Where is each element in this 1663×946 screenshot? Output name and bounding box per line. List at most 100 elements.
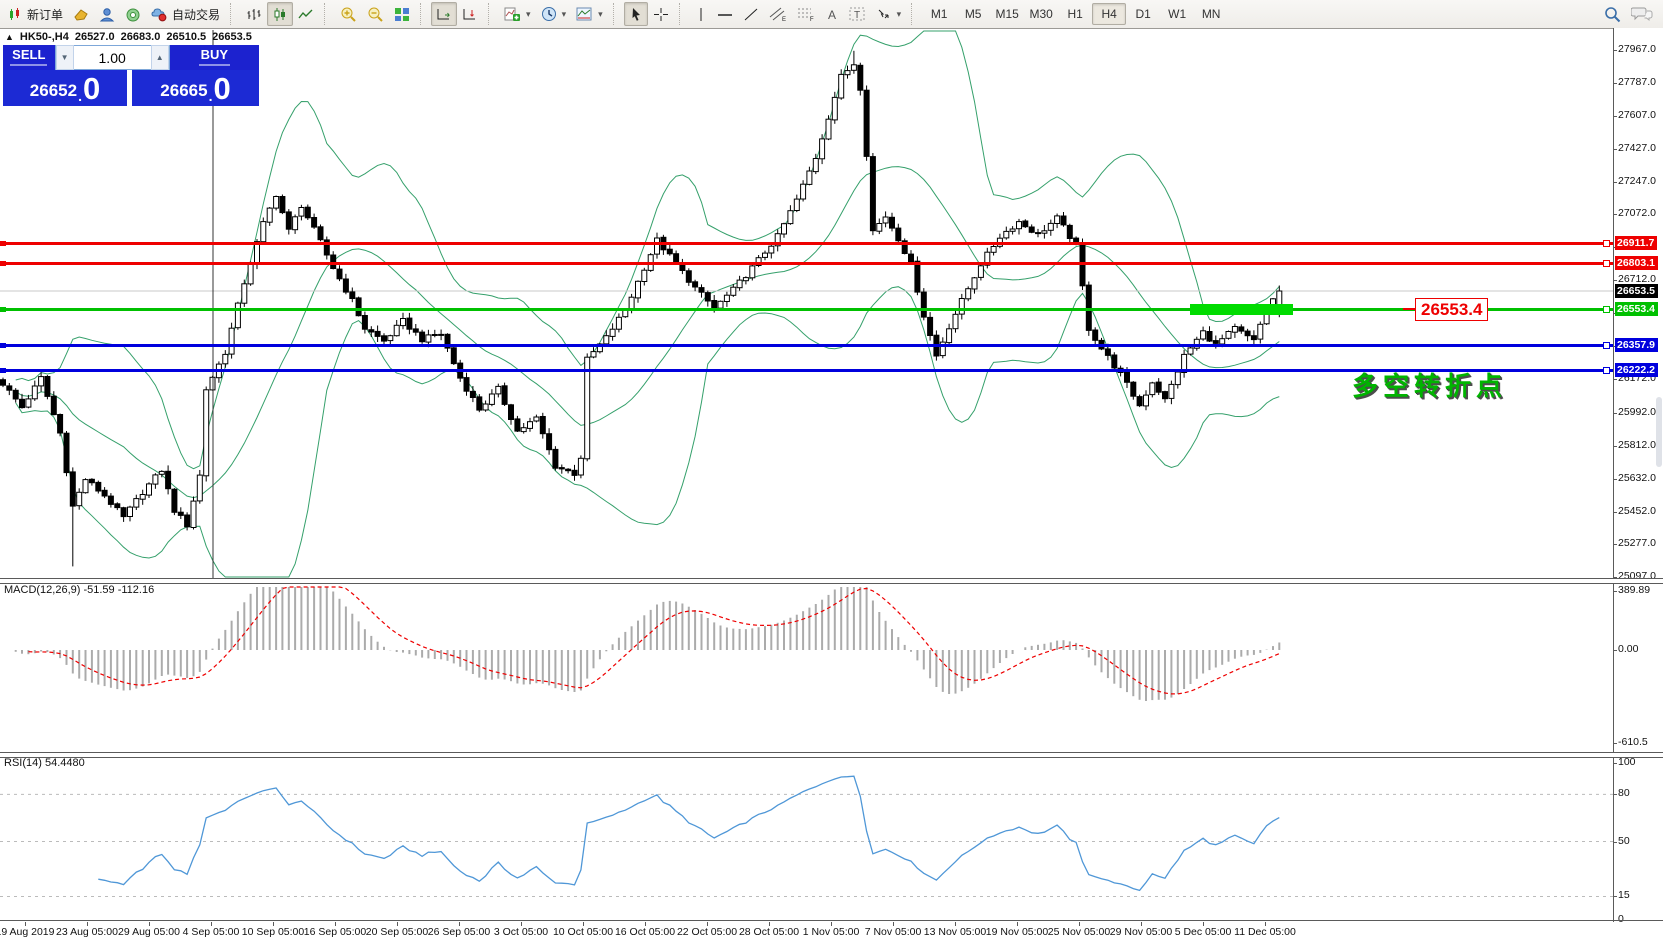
time-tick — [583, 922, 584, 926]
time-tick — [25, 922, 26, 926]
chart-canvas[interactable] — [0, 28, 1613, 921]
cursor-icon — [629, 7, 643, 22]
time-tick — [893, 922, 894, 926]
buy-price-display[interactable]: 26665.0 — [132, 70, 259, 106]
time-tick — [521, 922, 522, 926]
buy-button[interactable]: BUY — [170, 45, 259, 70]
chart-annotation-text[interactable]: 多空转折点 — [1352, 366, 1507, 403]
timeframe-h1[interactable]: H1 — [1058, 3, 1092, 25]
time-tick — [149, 922, 150, 926]
timeframe-h4[interactable]: H4 — [1092, 3, 1126, 25]
time-tick — [397, 922, 398, 926]
price-axis: 27967.027787.027607.027427.027247.027072… — [1613, 28, 1663, 946]
bar-chart-button[interactable] — [241, 2, 267, 26]
axis-tick — [1613, 591, 1617, 592]
line-endpoint-marker[interactable] — [1603, 306, 1610, 313]
axis-tick-label: 27072.0 — [1618, 207, 1656, 219]
auto-scroll-button[interactable] — [431, 2, 457, 26]
panel-separator[interactable] — [0, 752, 1663, 758]
line-endpoint-marker[interactable] — [1603, 342, 1610, 349]
symbol-name: HK50-,H4 — [20, 31, 69, 43]
fibonacci-button[interactable]: F — [792, 2, 820, 26]
horizontal-line-26803.1[interactable] — [0, 262, 1613, 265]
timeframe-m5[interactable]: M5 — [956, 3, 990, 25]
volume-value[interactable]: 1.00 — [74, 50, 151, 66]
templates-button[interactable]: ▾ — [571, 2, 608, 26]
zoom-out-icon — [367, 6, 384, 22]
channel-icon: E — [769, 6, 787, 22]
rsi-label: RSI(14) 54.4480 — [4, 757, 85, 769]
sell-price-display[interactable]: 26652.0 — [3, 70, 127, 106]
cursor-button[interactable] — [624, 2, 648, 26]
line-endpoint-marker[interactable] — [1603, 367, 1610, 374]
line-endpoint-marker[interactable] — [1603, 260, 1610, 267]
signals-button[interactable] — [120, 2, 146, 26]
market-watch-button[interactable] — [68, 2, 94, 26]
accounts-button[interactable] — [94, 2, 120, 26]
line-chart-button[interactable] — [293, 2, 319, 26]
chat-icon[interactable] — [1631, 6, 1653, 22]
time-axis: 19 Aug 201923 Aug 05:0029 Aug 05:004 Sep… — [0, 922, 1663, 946]
volume-increase-button[interactable]: ▲ — [151, 45, 169, 70]
crosshair-button[interactable] — [648, 2, 674, 26]
indicators-icon — [504, 6, 521, 22]
axis-tick — [1613, 149, 1617, 150]
macd-label: MACD(12,26,9) -51.59 -112.16 — [4, 584, 154, 596]
horizontal-line-button[interactable] — [712, 2, 738, 26]
time-tick-label: 3 Oct 05:00 — [494, 926, 548, 938]
auto-trade-button[interactable]: 自动交易 — [146, 2, 225, 26]
vertical-line-button[interactable] — [690, 2, 712, 26]
timeframe-d1[interactable]: D1 — [1126, 3, 1160, 25]
axis-tick — [1613, 842, 1617, 843]
horizontal-line-26911.7[interactable] — [0, 242, 1613, 245]
new-order-button[interactable]: 新订单 — [3, 2, 68, 26]
arrows-button[interactable]: ▾ — [871, 2, 907, 26]
timeframe-m15[interactable]: M15 — [990, 3, 1024, 25]
text-button[interactable]: A — [820, 2, 844, 26]
timeframe-m1[interactable]: M1 — [922, 3, 956, 25]
timeframe-mn[interactable]: MN — [1194, 3, 1228, 25]
sell-button[interactable]: SELL — [3, 45, 55, 70]
toolbar-separator — [324, 3, 330, 25]
zoom-in-icon — [340, 6, 357, 22]
search-icon[interactable] — [1604, 6, 1621, 23]
horizontal-line-26553.4[interactable] — [0, 308, 1613, 311]
time-tick — [273, 922, 274, 926]
axis-tick-label: 50 — [1618, 835, 1630, 847]
horizontal-line-icon — [717, 7, 733, 22]
time-tick-label: 11 Dec 05:00 — [1234, 926, 1296, 938]
auto-scroll-icon — [436, 7, 452, 22]
axis-tick — [1613, 379, 1617, 380]
bar-chart-icon — [246, 7, 262, 22]
channel-button[interactable]: E — [764, 2, 792, 26]
volume-decrease-button[interactable]: ▼ — [56, 45, 74, 70]
price-marker-label: 26803.1 — [1615, 256, 1658, 270]
green-highlight-band[interactable] — [1190, 304, 1293, 315]
axis-tick — [1613, 794, 1617, 795]
time-tick-label: 1 Nov 05:00 — [803, 926, 860, 938]
line-start-marker — [0, 261, 6, 266]
panel-separator[interactable] — [0, 578, 1663, 584]
zoom-in-button[interactable] — [335, 2, 362, 26]
scrollbar-thumb[interactable] — [1656, 397, 1662, 467]
candlestick-button[interactable] — [267, 2, 293, 26]
zoom-out-button[interactable] — [362, 2, 389, 26]
time-tick-label: 20 Sep 05:00 — [366, 926, 428, 938]
time-tick — [707, 922, 708, 926]
tile-windows-button[interactable] — [389, 2, 415, 26]
volume-stepper: ▼ 1.00 ▲ — [55, 45, 170, 70]
text-label-button[interactable]: T — [844, 2, 871, 26]
chart-shift-button[interactable] — [457, 2, 483, 26]
timeframe-w1[interactable]: W1 — [1160, 3, 1194, 25]
horizontal-line-26357.9[interactable] — [0, 344, 1613, 347]
periods-button[interactable]: ▾ — [536, 2, 572, 26]
trendline-button[interactable] — [738, 2, 764, 26]
new-order-label: 新订单 — [27, 6, 63, 23]
time-tick — [769, 922, 770, 926]
timeframe-m30[interactable]: M30 — [1024, 3, 1058, 25]
time-tick-label: 16 Sep 05:00 — [304, 926, 366, 938]
indicators-button[interactable]: ▾ — [499, 2, 536, 26]
price-callout-label[interactable]: 26553.4 — [1415, 298, 1488, 321]
line-endpoint-marker[interactable] — [1603, 240, 1610, 247]
axis-tick — [1613, 896, 1617, 897]
